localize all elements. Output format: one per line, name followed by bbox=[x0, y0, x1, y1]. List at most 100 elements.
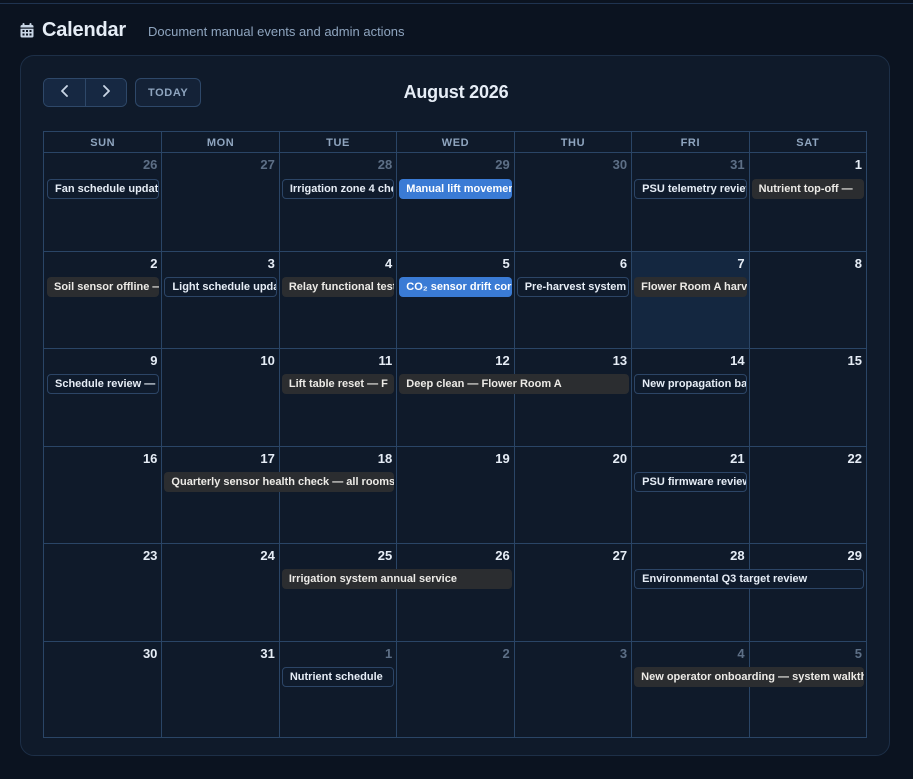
day-cell[interactable]: 28 bbox=[631, 543, 749, 641]
calendar-event[interactable]: Irrigation system annual service bbox=[281, 569, 512, 589]
day-cell[interactable]: 25 bbox=[278, 543, 397, 641]
day-cell[interactable]: 4 bbox=[278, 250, 397, 348]
calendar-event[interactable]: Pre-harvest system check bbox=[516, 276, 630, 297]
day-number: 28 bbox=[377, 157, 393, 172]
day-cell[interactable]: 21 bbox=[631, 445, 749, 543]
calendar-event[interactable]: Soil sensor offline — bbox=[47, 276, 160, 297]
calendar-event[interactable]: Irrigation zone 4 check bbox=[281, 179, 395, 199]
day-cell[interactable]: 29 bbox=[748, 543, 866, 641]
day-cell[interactable]: 15 bbox=[748, 348, 866, 446]
calendar-event[interactable]: Fan schedule update bbox=[47, 179, 160, 199]
weekday-label: SUN bbox=[90, 137, 116, 149]
day-cell[interactable]: 27 bbox=[513, 543, 632, 641]
day-cell[interactable]: 18 bbox=[278, 445, 397, 543]
day-number: 26 bbox=[495, 548, 510, 563]
page-title: Calendar bbox=[42, 18, 126, 41]
day-number: 14 bbox=[730, 353, 745, 368]
calendar-week: 9 10 11 12 13 14 15 Schedule review — Lift tabl… bbox=[44, 348, 866, 446]
calendar-event[interactable]: Flower Room A harvest bbox=[634, 276, 747, 297]
day-cell[interactable]: 28 bbox=[278, 153, 396, 251]
day-cell[interactable]: 13 bbox=[513, 348, 632, 446]
day-cell[interactable]: 3 bbox=[513, 640, 632, 738]
day-number: 22 bbox=[847, 450, 862, 466]
day-number: 4 bbox=[737, 645, 745, 661]
calendar-card: TODAY August 2026 SUN MON TUE WED THU FR… bbox=[20, 55, 890, 756]
calendar-event[interactable]: Nutrient top-off — bbox=[751, 179, 864, 199]
day-cell[interactable]: 30 bbox=[513, 153, 631, 251]
calendar-event[interactable]: Relay functional test bbox=[281, 276, 395, 297]
day-cell[interactable]: 9 bbox=[44, 348, 162, 446]
day-cell-today[interactable]: 7 bbox=[631, 250, 749, 348]
day-cell[interactable]: 29 bbox=[396, 153, 513, 251]
day-cell[interactable]: 17 bbox=[161, 445, 279, 543]
month-grid: SUN MON TUE WED THU FRI SAT 26 27 28 29 30 31… bbox=[43, 131, 867, 738]
day-cell[interactable]: 2 bbox=[396, 640, 514, 738]
day-number: 26 bbox=[142, 157, 158, 172]
day-cell[interactable]: 14 bbox=[631, 348, 749, 446]
calendar-week: 16 17 18 19 20 21 22 Quarterly sensor health ch… bbox=[44, 445, 866, 544]
weekday-label: FRI bbox=[631, 132, 748, 154]
weekday-label: SAT bbox=[748, 132, 866, 154]
calendar-event[interactable]: Lift table reset — F bbox=[281, 374, 395, 394]
day-number: 29 bbox=[495, 157, 510, 172]
day-number: 24 bbox=[260, 548, 275, 563]
day-cell[interactable]: 20 bbox=[513, 445, 632, 543]
calendar-event[interactable]: PSU firmware review bbox=[634, 471, 747, 492]
weekday-label: MON bbox=[161, 132, 278, 154]
day-number: 12 bbox=[495, 353, 510, 368]
day-cell[interactable]: 19 bbox=[396, 445, 514, 543]
day-number: 1 bbox=[385, 645, 393, 661]
day-number: 23 bbox=[142, 548, 158, 563]
calendar-icon bbox=[20, 22, 34, 38]
day-cell[interactable]: 4 bbox=[631, 640, 749, 738]
day-number: 15 bbox=[847, 353, 862, 368]
day-cell[interactable]: 12 bbox=[396, 348, 514, 446]
day-cell[interactable]: 5 bbox=[748, 640, 866, 738]
day-cell[interactable]: 26 bbox=[44, 153, 161, 251]
calendar-event[interactable]: Deep clean — Flower Room A bbox=[399, 374, 630, 394]
calendar-event[interactable]: Nutrient schedule bbox=[281, 666, 395, 687]
day-cell[interactable]: 23 bbox=[44, 543, 162, 641]
day-cell[interactable]: 16 bbox=[44, 445, 162, 544]
day-number: 20 bbox=[612, 450, 628, 466]
day-cell[interactable]: 26 bbox=[396, 543, 514, 641]
day-number: 13 bbox=[612, 353, 628, 368]
day-number: 29 bbox=[847, 548, 862, 563]
calendar-event[interactable]: CO₂ sensor drift correction bbox=[399, 276, 512, 297]
day-number: 11 bbox=[378, 353, 393, 368]
calendar-event[interactable]: Environmental Q3 target review bbox=[634, 569, 864, 589]
calendar-event[interactable]: New propagation batch bbox=[634, 374, 747, 394]
calendar-week: 26 27 28 29 30 31 1 Fan schedule update Irrigati… bbox=[44, 153, 866, 251]
day-cell[interactable]: 6 bbox=[513, 250, 632, 348]
day-cell[interactable]: 24 bbox=[161, 543, 279, 641]
day-number: 31 bbox=[260, 645, 275, 661]
day-number: 3 bbox=[619, 645, 628, 661]
day-cell[interactable]: 31 bbox=[631, 153, 748, 251]
day-number: 3 bbox=[267, 255, 275, 271]
day-cell[interactable]: 3 bbox=[161, 250, 279, 348]
day-cell[interactable]: 27 bbox=[161, 153, 278, 251]
day-number: 2 bbox=[502, 645, 510, 661]
calendar-week: 30 31 1 2 3 4 5 Nutrient schedule New operator o… bbox=[44, 640, 866, 739]
day-cell[interactable]: 22 bbox=[748, 445, 866, 543]
day-cell[interactable]: 10 bbox=[161, 348, 279, 446]
day-number: 5 bbox=[502, 255, 510, 271]
day-number: 18 bbox=[377, 450, 393, 466]
calendar-event[interactable]: Manual lift movement bbox=[399, 179, 512, 199]
weekday-label: THU bbox=[513, 132, 631, 154]
day-cell[interactable]: 11 bbox=[278, 348, 397, 446]
page-header: Calendar Document manual events and admi… bbox=[20, 17, 405, 43]
day-cell[interactable]: 1 bbox=[748, 153, 866, 251]
calendar-event[interactable]: Quarterly sensor health check — all room… bbox=[164, 471, 395, 492]
day-cell[interactable]: 1 bbox=[278, 640, 397, 738]
day-cell[interactable]: 8 bbox=[748, 250, 866, 348]
calendar-event[interactable]: PSU telemetry review bbox=[634, 179, 747, 199]
day-cell[interactable]: 2 bbox=[44, 250, 162, 349]
day-number: 31 bbox=[730, 157, 745, 172]
day-cell[interactable]: 5 bbox=[396, 250, 514, 348]
calendar-event[interactable]: Schedule review — bbox=[47, 374, 160, 394]
calendar-event[interactable]: Light schedule update bbox=[164, 276, 277, 297]
calendar-event[interactable]: New operator onboarding — system walkthr… bbox=[634, 666, 864, 687]
day-cell[interactable]: 30 bbox=[44, 640, 162, 739]
day-cell[interactable]: 31 bbox=[161, 640, 279, 738]
